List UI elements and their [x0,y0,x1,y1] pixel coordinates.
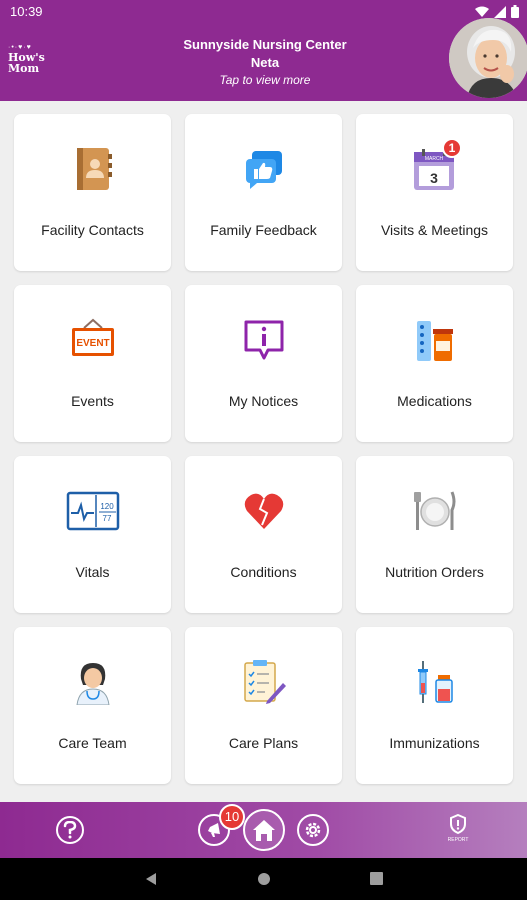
calendar-icon: MARCH 3 1 [356,138,513,194]
tile-label: Care Team [58,735,127,751]
avatar-portrait [449,18,527,98]
tile-label: My Notices [228,393,299,409]
calendar-day: 3 [430,170,438,186]
shield-icon [450,814,466,834]
recents-icon[interactable] [370,872,383,885]
gear-icon [305,822,321,838]
tile-label: Events [71,393,114,409]
app-header[interactable]: ·•·♥·♥ How's Mom Sunnyside Nursing Cente… [0,18,527,101]
tile-my-notices[interactable]: My Notices [185,285,342,442]
calendar-month: MARCH [424,156,443,162]
bp-top-value: 120 [100,502,114,511]
tap-to-view-more[interactable]: Tap to view more [140,72,390,88]
event-sign-text: EVENT [76,338,109,349]
logo-line-2: Mom [8,62,40,75]
plate-cutlery-icon [356,486,513,536]
signal-icon [494,5,506,18]
tile-label: Medications [397,393,472,409]
tile-label: Conditions [230,564,297,580]
tile-care-team[interactable]: Care Team [14,627,171,784]
question-icon [63,821,77,839]
resident-avatar[interactable] [449,18,527,98]
tile-care-plans[interactable]: Care Plans [185,627,342,784]
hows-mom-logo: ·•·♥·♥ How's Mom [8,44,54,84]
tile-label: Care Plans [228,735,299,751]
announcements-badge: 10 [219,804,245,830]
visits-badge: 1 [442,138,462,158]
battery-icon [511,5,519,18]
contact-book-icon [14,144,171,194]
status-icons [475,5,519,18]
vaccine-icon [356,657,513,707]
bp-bottom-value: 77 [102,514,111,523]
home-circle-icon[interactable] [257,872,271,886]
megaphone-icon [208,823,220,837]
report-label: REPORT [447,837,469,843]
tile-label: Immunizations [389,735,480,751]
report-button[interactable]: REPORT [440,814,476,846]
nurse-icon [14,657,171,707]
tile-facility-contacts[interactable]: Facility Contacts [14,114,171,271]
status-time: 10:39 [10,4,43,19]
care-plan-icon [185,657,342,707]
back-icon[interactable] [144,872,158,886]
settings-button[interactable] [297,814,329,846]
system-navigation-bar [0,858,527,900]
tile-label: Facility Contacts [41,222,144,238]
help-button[interactable] [56,816,84,844]
facility-name: Sunnyside Nursing Center [183,37,347,52]
tile-events[interactable]: EVENT Events [14,285,171,442]
info-chat-icon [185,315,342,365]
medication-icon [356,315,513,365]
heart-icon [185,486,342,536]
tile-label: Nutrition Orders [385,564,484,580]
resident-summary[interactable]: Sunnyside Nursing Center Neta Tap to vie… [140,36,390,88]
home-button[interactable] [243,809,285,851]
status-bar: 10:39 [0,0,527,24]
thumbs-up-chat-icon [185,144,342,194]
resident-name: Neta [250,55,280,70]
vitals-monitor-icon: 120 77 [14,486,171,536]
tile-label: Family Feedback [210,222,317,238]
event-sign-icon: EVENT [14,315,171,365]
tile-family-feedback[interactable]: Family Feedback [185,114,342,271]
tile-immunizations[interactable]: Immunizations [356,627,513,784]
tile-medications[interactable]: Medications [356,285,513,442]
tile-vitals[interactable]: 120 77 Vitals [14,456,171,613]
tile-label: Visits & Meetings [380,222,489,238]
bottom-navigation: 10 REPORT [0,802,527,858]
tile-label: Vitals [75,564,110,580]
tile-nutrition-orders[interactable]: Nutrition Orders [356,456,513,613]
home-icon [253,820,275,841]
tile-visits-meetings[interactable]: MARCH 3 1 Visits & Meetings [356,114,513,271]
wifi-icon [475,6,489,17]
tile-conditions[interactable]: Conditions [185,456,342,613]
